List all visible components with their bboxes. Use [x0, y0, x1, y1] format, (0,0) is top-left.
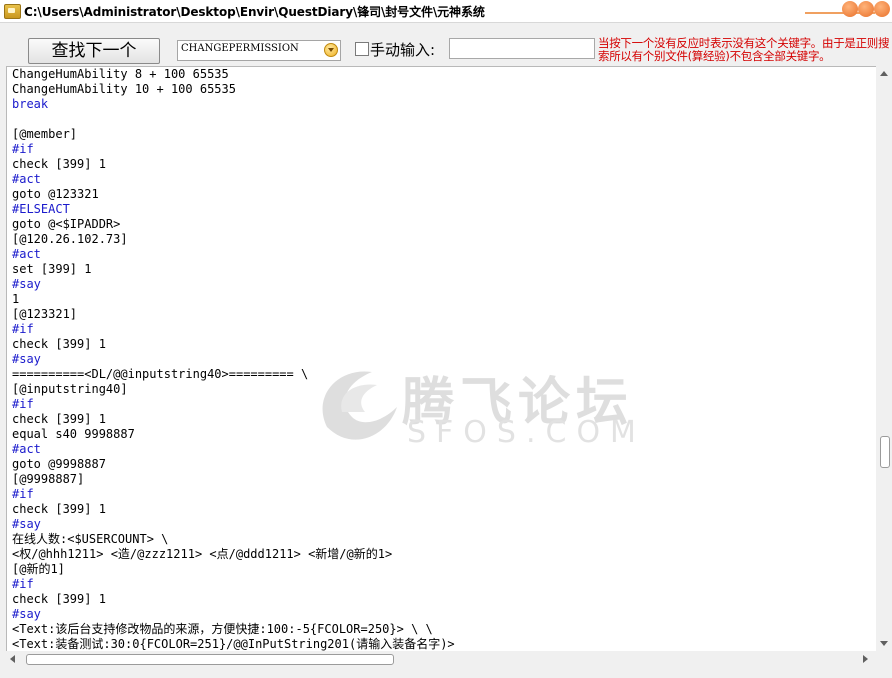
code-line: goto @123321: [12, 187, 99, 201]
code-line: goto @9998887: [12, 457, 106, 471]
code-line: equal s40 9998887: [12, 427, 135, 441]
code-line: [@新的1]: [12, 562, 65, 576]
code-line: ChangeHumAbility 8 + 100 65535: [12, 67, 229, 81]
folder-app-icon: [4, 4, 21, 19]
code-line: check [399] 1: [12, 337, 106, 351]
keyword-select[interactable]: CHANGEPERMISSION: [177, 40, 341, 61]
size-grip: [876, 651, 892, 667]
maximize-icon[interactable]: [858, 1, 874, 17]
code-line: #if: [12, 487, 34, 501]
code-line: [@member]: [12, 127, 78, 141]
code-line: set [399] 1: [12, 262, 92, 276]
script-editor[interactable]: ChangeHumAbility 8 + 100 65535 ChangeHumA…: [6, 66, 878, 653]
manual-input-checkbox[interactable]: [355, 42, 369, 56]
find-next-button[interactable]: 查找下一个: [28, 38, 160, 64]
title-bar: C:\Users\Administrator\Desktop\Envir\Que…: [0, 0, 892, 23]
code-line: <权/@hhh1211> <造/@zzz1211> <点/@ddd1211> <…: [12, 547, 393, 561]
horizontal-scrollbar[interactable]: [6, 651, 876, 667]
vertical-scrollbar[interactable]: [876, 66, 892, 666]
code-line: #say: [12, 277, 41, 291]
manual-input-label: 手动输入:: [370, 41, 436, 59]
code-line: <Text:装备测试:30:0{FCOLOR=251}/@@InPutStrin…: [12, 637, 455, 651]
code-line: [@inputstring40]: [12, 382, 128, 396]
code-line: #act: [12, 172, 41, 186]
code-line: #ELSEACT: [12, 202, 70, 216]
scroll-left-icon[interactable]: [10, 655, 15, 663]
watermark-logo: 腾飞论坛 SFOS.COM: [307, 357, 647, 457]
code-line: 在线人数:<$USERCOUNT> \: [12, 532, 169, 546]
window-title: C:\Users\Administrator\Desktop\Envir\Que…: [24, 5, 485, 19]
code-line: #if: [12, 322, 34, 336]
hint-text: 当按下一个没有反应时表示没有这个关键字。由于是正则搜索所以有个别文件(算经验)不…: [598, 36, 890, 63]
code-line: #if: [12, 577, 34, 591]
scroll-up-icon[interactable]: [880, 71, 888, 76]
code-line: <Text:该后台支持修改物品的来源，方便快捷:100:-5{FCOLOR=25…: [12, 622, 433, 636]
code-line: #say: [12, 352, 41, 366]
minimize-icon[interactable]: [842, 1, 858, 17]
code-line: check [399] 1: [12, 157, 106, 171]
vertical-scroll-thumb[interactable]: [880, 436, 890, 468]
code-line: goto @<$IPADDR>: [12, 217, 121, 231]
code-line: 1: [12, 292, 20, 306]
chevron-down-icon[interactable]: [324, 43, 338, 57]
code-line: #act: [12, 442, 41, 456]
code-line: ChangeHumAbility 10 + 100 65535: [12, 82, 236, 96]
scroll-right-icon[interactable]: [863, 655, 868, 663]
code-line: #if: [12, 397, 34, 411]
code-line: #if: [12, 142, 34, 156]
code-line: break: [12, 97, 49, 111]
code-line: check [399] 1: [12, 592, 106, 606]
search-toolbar: 查找下一个 CHANGEPERMISSION 手动输入: 当按下一个没有反应时表…: [0, 23, 892, 65]
swirl-logo-icon: [322, 371, 397, 440]
keyword-select-value: CHANGEPERMISSION: [181, 43, 299, 54]
code-line: [@120.26.102.73]: [12, 232, 128, 246]
close-icon[interactable]: [874, 1, 890, 17]
code-line: check [399] 1: [12, 502, 106, 516]
code-line: [@9998887]: [12, 472, 85, 486]
code-line: #say: [12, 607, 41, 621]
code-line: #say: [12, 517, 41, 531]
bottom-border: [0, 667, 892, 678]
code-line: check [399] 1: [12, 412, 106, 426]
code-line: ==========<DL/@@inputstring40>========= …: [12, 367, 309, 381]
code-line: [@123321]: [12, 307, 78, 321]
horizontal-scroll-thumb[interactable]: [26, 654, 394, 665]
code-line: #act: [12, 247, 41, 261]
manual-input-field[interactable]: [449, 38, 595, 59]
scroll-down-icon[interactable]: [880, 641, 888, 646]
watermark-en-text: SFOS.COM: [407, 415, 646, 450]
